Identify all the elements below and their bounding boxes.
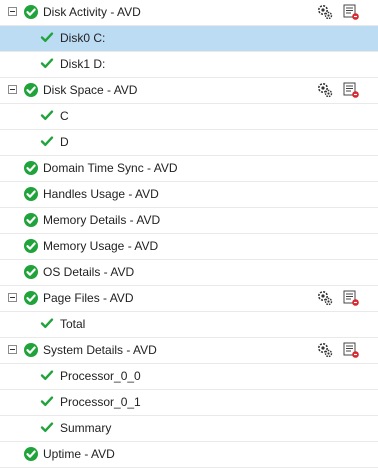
checkmark-icon xyxy=(40,30,54,44)
tree-row-disk-space[interactable]: Disk Space - AVD xyxy=(0,78,378,104)
status-ok-icon xyxy=(24,187,38,201)
collapse-toggle-icon[interactable] xyxy=(8,345,17,354)
tree-row-label: Handles Usage - AVD xyxy=(43,187,159,201)
tree-row-memory-usage[interactable]: Memory Usage - AVD xyxy=(0,234,378,260)
tree-row-label: Processor_0_0 xyxy=(60,369,141,383)
collapse-toggle-icon[interactable] xyxy=(8,293,17,302)
tree-row-label: Total xyxy=(60,317,86,331)
status-ok-icon xyxy=(24,161,38,175)
tree-row-page-files-total[interactable]: Total xyxy=(0,312,378,338)
tree-row-label: Disk Space - AVD xyxy=(43,83,138,97)
configure-gears-icon[interactable] xyxy=(316,289,334,307)
tree-row-label: System Details - AVD xyxy=(43,343,157,357)
tree-row-label: Disk0 C: xyxy=(60,31,106,45)
checkmark-icon xyxy=(40,368,54,382)
tree-row-domain-time-sync[interactable]: Domain Time Sync - AVD xyxy=(0,156,378,182)
checkmark-icon xyxy=(40,134,54,148)
tree-row-disk1[interactable]: Disk1 D: xyxy=(0,52,378,78)
tree-row-label: Processor_0_1 xyxy=(60,395,141,409)
tree-row-label: Page Files - AVD xyxy=(43,291,134,305)
tree-row-processor-0-0[interactable]: Processor_0_0 xyxy=(0,364,378,390)
tree-row-label: Uptime - AVD xyxy=(43,447,115,461)
checkmark-icon xyxy=(40,56,54,70)
collapse-toggle-icon[interactable] xyxy=(8,85,17,94)
report-edit-icon[interactable] xyxy=(342,3,360,21)
tree-row-summary[interactable]: Summary xyxy=(0,416,378,442)
tree-row-uptime[interactable]: Uptime - AVD xyxy=(0,442,378,468)
checkmark-icon xyxy=(40,394,54,408)
collapse-toggle-icon[interactable] xyxy=(8,7,17,16)
tree-row-label: Memory Details - AVD xyxy=(43,213,161,227)
configure-gears-icon[interactable] xyxy=(316,81,334,99)
tree-row-label: D xyxy=(60,135,69,149)
row-actions xyxy=(316,289,360,307)
status-ok-icon xyxy=(24,291,38,305)
checkmark-icon xyxy=(40,108,54,122)
tree-row-system-details[interactable]: System Details - AVD xyxy=(0,338,378,364)
row-actions xyxy=(316,341,360,359)
configure-gears-icon[interactable] xyxy=(316,341,334,359)
checkmark-icon xyxy=(40,420,54,434)
tree-row-os-details[interactable]: OS Details - AVD xyxy=(0,260,378,286)
tree-row-label: Disk Activity - AVD xyxy=(43,5,141,19)
status-ok-icon xyxy=(24,447,38,461)
tree-row-label: C xyxy=(60,109,69,123)
status-ok-icon xyxy=(24,343,38,357)
status-ok-icon xyxy=(24,213,38,227)
monitor-tree: Disk Activity - AVD Disk0 C: Disk1 D: Di… xyxy=(0,0,378,468)
tree-row-memory-details[interactable]: Memory Details - AVD xyxy=(0,208,378,234)
configure-gears-icon[interactable] xyxy=(316,3,334,21)
tree-row-drive-c[interactable]: C xyxy=(0,104,378,130)
tree-row-label: Memory Usage - AVD xyxy=(43,239,159,253)
status-ok-icon xyxy=(24,265,38,279)
report-edit-icon[interactable] xyxy=(342,81,360,99)
report-edit-icon[interactable] xyxy=(342,289,360,307)
status-ok-icon xyxy=(24,83,38,97)
checkmark-icon xyxy=(40,316,54,330)
tree-row-drive-d[interactable]: D xyxy=(0,130,378,156)
tree-row-processor-0-1[interactable]: Processor_0_1 xyxy=(0,390,378,416)
tree-row-disk0[interactable]: Disk0 C: xyxy=(0,26,378,52)
status-ok-icon xyxy=(24,5,38,19)
tree-row-disk-activity[interactable]: Disk Activity - AVD xyxy=(0,0,378,26)
tree-row-label: Domain Time Sync - AVD xyxy=(43,161,178,175)
report-edit-icon[interactable] xyxy=(342,341,360,359)
row-actions xyxy=(316,81,360,99)
tree-row-handles-usage[interactable]: Handles Usage - AVD xyxy=(0,182,378,208)
tree-row-label: OS Details - AVD xyxy=(43,265,135,279)
status-ok-icon xyxy=(24,239,38,253)
tree-row-label: Summary xyxy=(60,421,112,435)
tree-row-label: Disk1 D: xyxy=(60,57,106,71)
row-actions xyxy=(316,3,360,21)
tree-row-page-files[interactable]: Page Files - AVD xyxy=(0,286,378,312)
